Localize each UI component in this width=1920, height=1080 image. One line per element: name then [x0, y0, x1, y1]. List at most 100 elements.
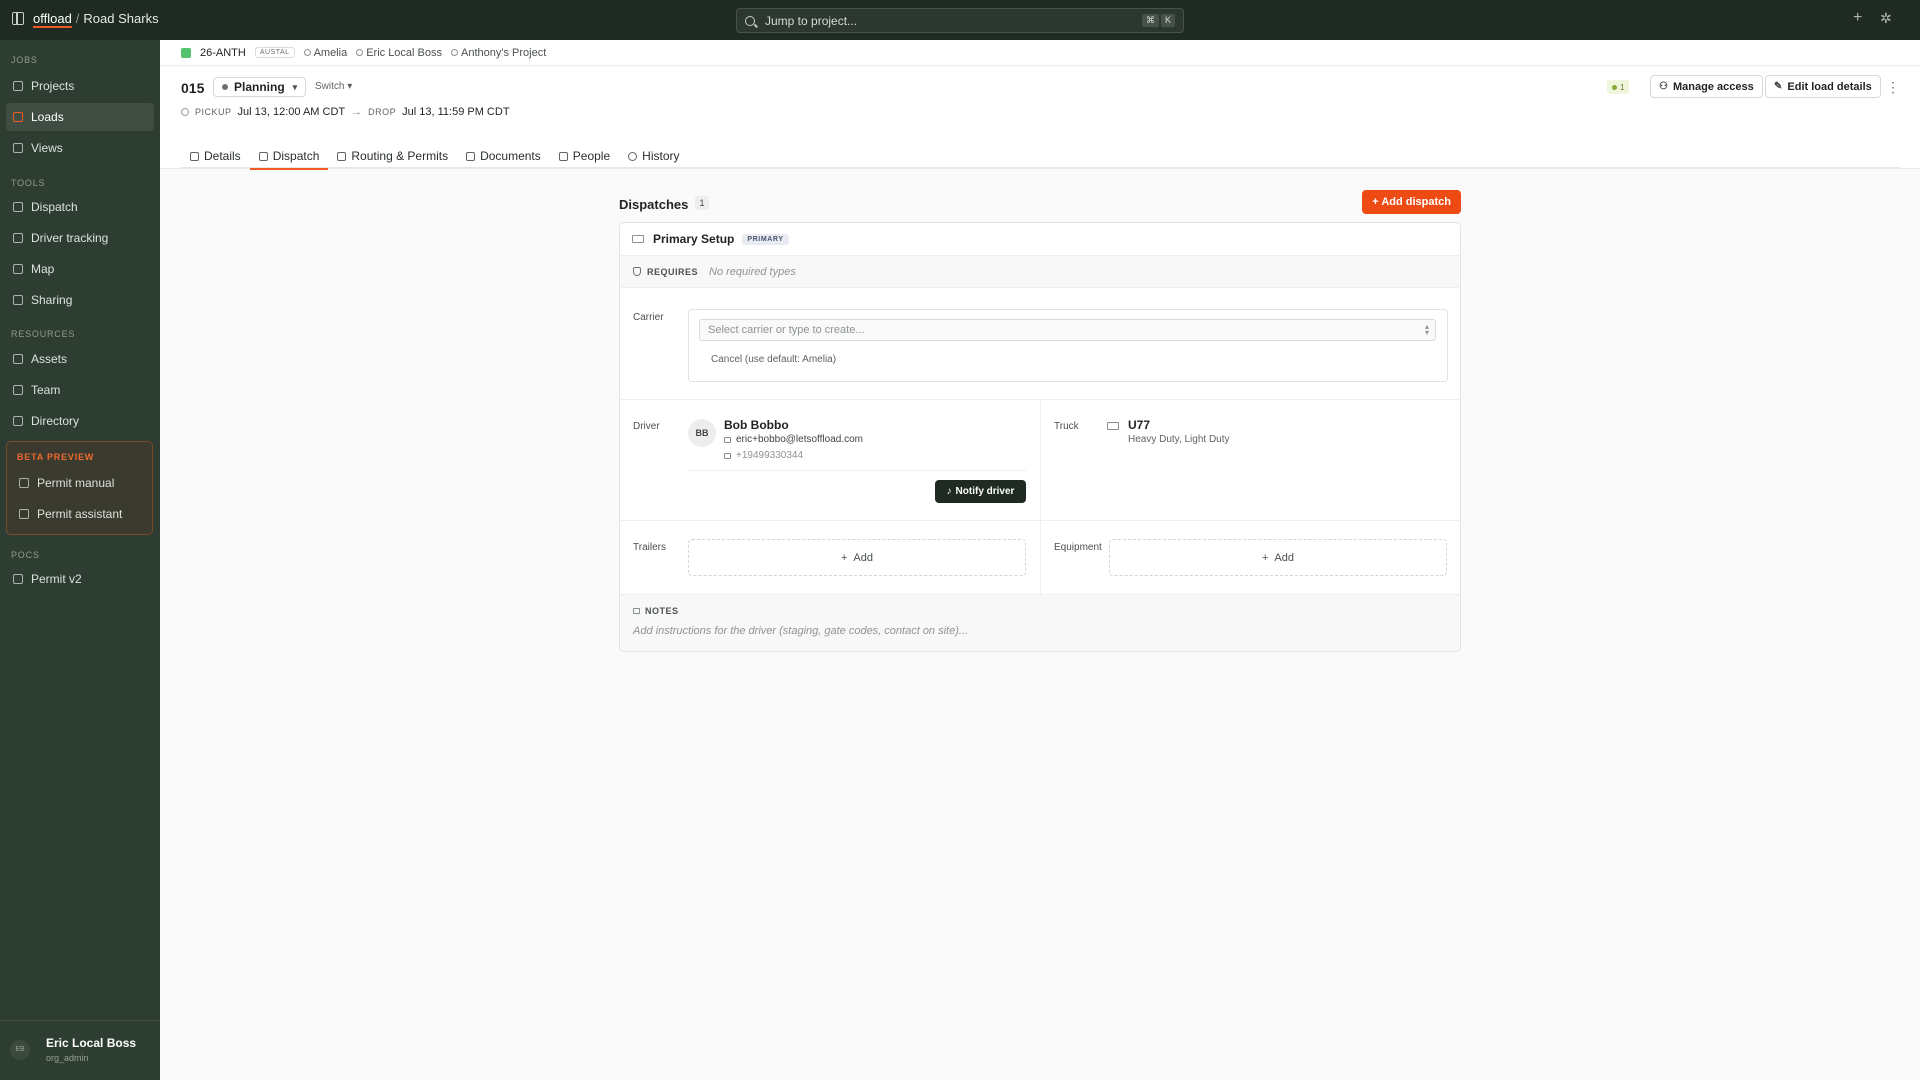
- search-input[interactable]: Jump to project... ⌘ K: [736, 8, 1184, 33]
- folder-icon: [13, 81, 23, 91]
- carrier-label: Carrier: [633, 312, 664, 323]
- pin-icon: [13, 233, 23, 243]
- project-crumb[interactable]: Anthony's Project: [451, 47, 546, 59]
- gear-icon[interactable]: ✲: [1880, 10, 1892, 26]
- truck-icon: [632, 235, 644, 243]
- sidebar-item-loads[interactable]: Loads: [6, 103, 154, 131]
- user-icon: [303, 49, 311, 57]
- pencil-icon: ✎: [1774, 81, 1783, 92]
- driver-email: eric+bobbo@letsoffload.com: [724, 434, 863, 445]
- switch-button[interactable]: Switch ▾: [315, 81, 352, 92]
- owner-crumb[interactable]: Amelia: [303, 47, 347, 59]
- pickup-time: Jul 13, 12:00 AM CDT: [237, 106, 346, 118]
- carrier-cancel-button[interactable]: Cancel (use default: Amelia): [711, 354, 836, 365]
- primary-badge: PRIMARY: [742, 233, 789, 245]
- truck-icon: [1107, 422, 1119, 430]
- sidebar-item-sharing[interactable]: Sharing: [6, 286, 154, 314]
- sidebar-item-map[interactable]: Map: [6, 255, 154, 283]
- equipment-label: Equipment: [1054, 542, 1102, 553]
- flag-icon: [13, 574, 23, 584]
- sidebar-item-permit-manual[interactable]: Permit manual: [12, 469, 148, 497]
- tab-documents[interactable]: Documents: [457, 143, 550, 169]
- requires-value: No required types: [709, 265, 796, 278]
- sidebar: JOBS Projects Loads Views TOOLS Dispatch…: [0, 40, 160, 1080]
- add-trailer-button[interactable]: + Add: [688, 539, 1026, 576]
- more-options-icon[interactable]: ⋮: [1886, 79, 1900, 96]
- setup-name: Primary Setup: [653, 232, 735, 246]
- box-icon: [13, 354, 23, 364]
- truck-label: Truck: [1054, 421, 1079, 432]
- carrier-editor: Select carrier or type to create... ▴ ▾ C…: [688, 309, 1448, 382]
- sidebar-item-driver-tracking[interactable]: Driver tracking: [6, 224, 154, 252]
- sidebar-toggle-icon[interactable]: [12, 12, 24, 25]
- user-menu[interactable]: EB Eric Local Boss org_admin: [10, 1036, 136, 1063]
- avatar: BB: [688, 419, 716, 447]
- tab-details[interactable]: Details: [181, 143, 250, 169]
- load-number: 015: [181, 80, 205, 96]
- status-dot-icon: [222, 84, 228, 90]
- tab-history[interactable]: History: [619, 143, 688, 169]
- dispatches-count: 1: [695, 196, 709, 210]
- user-role: org_admin: [46, 1053, 89, 1063]
- notes-section: NOTES Add instructions for the driver (s…: [620, 594, 1460, 651]
- sidebar-item-views[interactable]: Views: [6, 134, 154, 162]
- sidebar-item-dispatch[interactable]: Dispatch: [6, 193, 154, 221]
- boss-crumb[interactable]: Eric Local Boss: [356, 47, 442, 59]
- tab-people[interactable]: People: [550, 143, 619, 169]
- status-dropdown[interactable]: Planning ▾: [213, 77, 307, 97]
- search-placeholder: Jump to project...: [765, 13, 858, 28]
- chevron-updown-icon: ▴ ▾: [1424, 322, 1429, 337]
- trailers-label: Trailers: [633, 542, 666, 553]
- tabs-divider: [181, 167, 1900, 168]
- plus-icon[interactable]: +: [1853, 10, 1862, 26]
- truck-types: Heavy Duty, Light Duty: [1128, 434, 1230, 445]
- divider: [688, 470, 1026, 471]
- driver-phone: +19499330344: [724, 450, 803, 461]
- sidebar-item-permit-assistant[interactable]: Permit assistant: [12, 500, 148, 528]
- mail-icon: [724, 436, 731, 443]
- sidebar-item-directory[interactable]: Directory: [6, 407, 154, 435]
- presence-indicator[interactable]: 1: [1607, 80, 1630, 94]
- add-dispatch-button[interactable]: + Add dispatch: [1362, 190, 1461, 214]
- dispatch-card: Primary Setup PRIMARY REQUIRES No requir…: [619, 222, 1461, 652]
- tab-dispatch[interactable]: Dispatch: [249, 143, 329, 170]
- sidebar-divider: [0, 1020, 160, 1021]
- info-icon: [451, 49, 458, 57]
- load-code[interactable]: 26-ANTH: [200, 47, 246, 59]
- sidebar-item-assets[interactable]: Assets: [6, 345, 154, 373]
- driver-name[interactable]: Bob Bobbo: [724, 418, 789, 432]
- arrow-right-icon: →: [351, 106, 363, 118]
- chevron-down-icon: ▾: [292, 81, 298, 92]
- manage-access-button[interactable]: ⚇ Manage access: [1650, 75, 1763, 98]
- document-icon: [466, 151, 476, 161]
- notify-driver-button[interactable]: ♪ Notify driver: [935, 480, 1026, 503]
- customer-tag: AUSTAL: [254, 47, 295, 58]
- add-equipment-button[interactable]: + Add: [1109, 539, 1447, 576]
- truck-icon: [258, 151, 268, 161]
- edit-load-button[interactable]: ✎ Edit load details: [1765, 75, 1881, 98]
- notes-input[interactable]: Add instructions for the driver (staging…: [633, 625, 968, 637]
- users-icon: [13, 385, 23, 395]
- dispatches-title: Dispatches: [619, 197, 689, 212]
- carrier-select[interactable]: Select carrier or type to create... ▴ ▾: [699, 319, 1436, 341]
- comment-icon: [633, 608, 640, 614]
- logo[interactable]: offload: [33, 11, 72, 26]
- sidebar-item-team[interactable]: Team: [6, 376, 154, 404]
- notes-label: NOTES: [633, 606, 679, 616]
- bell-icon: ♪: [946, 486, 952, 497]
- section-label-resources: RESOURCES: [11, 329, 76, 339]
- truck-name[interactable]: U77: [1128, 418, 1150, 432]
- map-icon: [13, 264, 23, 274]
- brand: offload / Road Sharks: [33, 11, 159, 26]
- beta-preview-panel: BETA PREVIEW Permit manual Permit assist…: [6, 441, 153, 535]
- org-name[interactable]: Road Sharks: [83, 11, 158, 26]
- truck-icon: [13, 112, 23, 122]
- tab-routing-permits[interactable]: Routing & Permits: [328, 143, 457, 169]
- route-icon: [337, 151, 347, 161]
- dispatches-header: Dispatches 1 + Add dispatch: [619, 190, 1461, 218]
- users-icon: [356, 49, 364, 57]
- status-color-dot: [181, 47, 191, 58]
- avatar: EB: [10, 1039, 30, 1060]
- sidebar-item-permit-v2[interactable]: Permit v2: [6, 565, 154, 593]
- sidebar-item-projects[interactable]: Projects: [6, 72, 154, 100]
